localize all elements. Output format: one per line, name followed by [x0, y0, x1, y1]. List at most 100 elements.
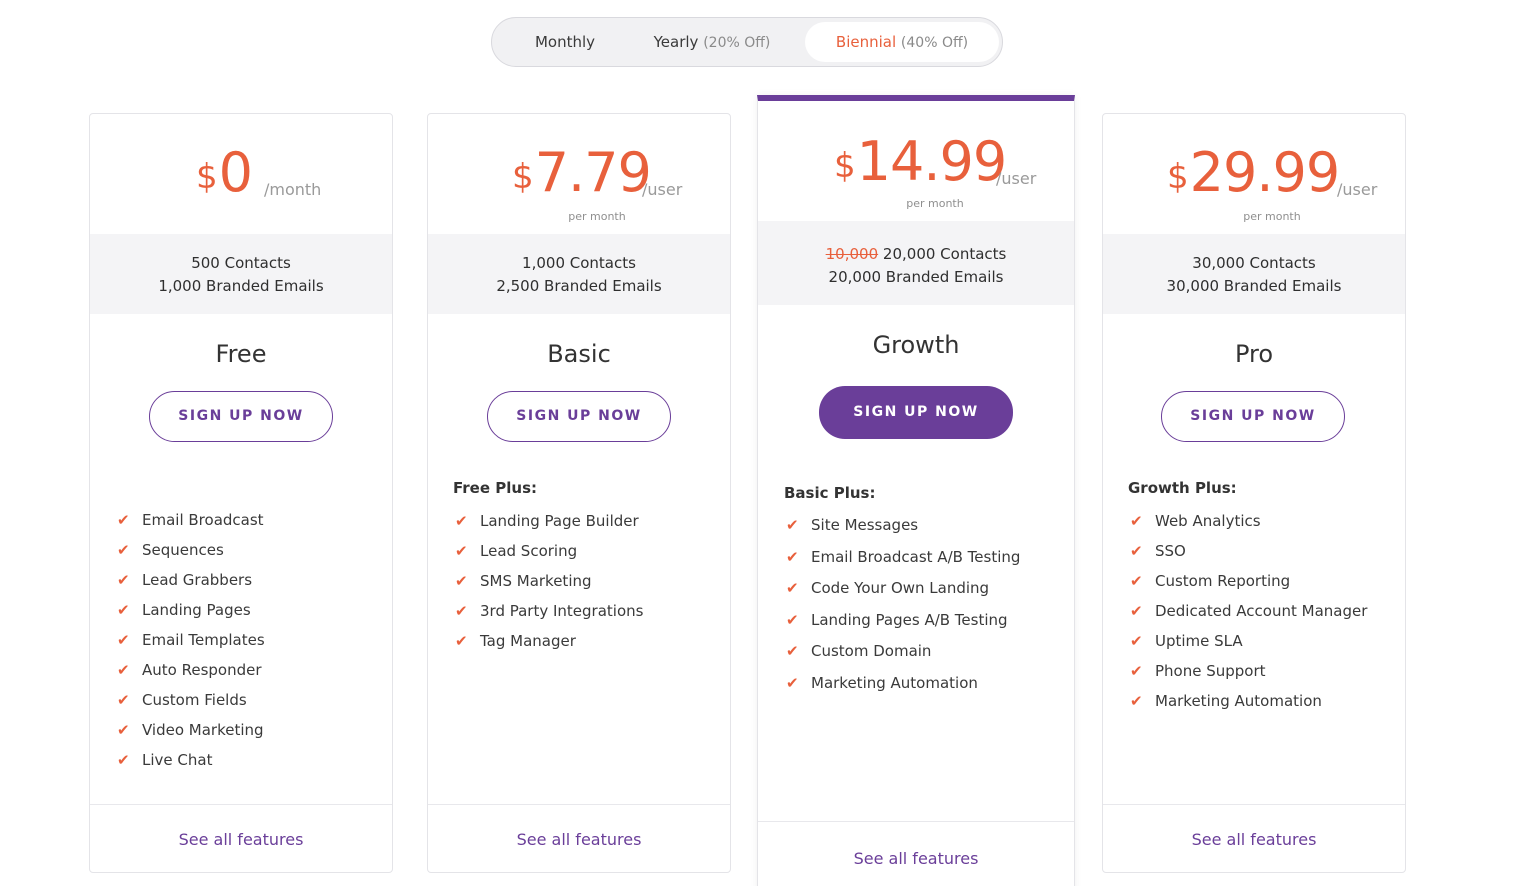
plan-card-pro: $29.99 /user per month 30,000 Contacts 3…: [1102, 113, 1406, 873]
feature-label: Tag Manager: [480, 632, 576, 650]
see-all-features-link[interactable]: See all features: [428, 830, 730, 849]
plan-card-free: $0 /month 500 Contacts 1,000 Branded Ema…: [89, 113, 393, 873]
sign-up-button[interactable]: SIGN UP NOW: [149, 391, 333, 442]
contacts-count: 30,000 Contacts: [1192, 254, 1316, 272]
feature-label: Lead Scoring: [480, 542, 578, 560]
feature-item: ✔ Code Your Own Landing: [786, 578, 1020, 610]
currency-symbol: $: [196, 157, 218, 197]
feature-item: ✔ Custom Reporting: [1130, 571, 1367, 601]
feature-item: ✔ Lead Scoring: [455, 541, 643, 571]
feature-item: ✔ Video Marketing: [117, 720, 265, 750]
price: $14.99: [834, 130, 1008, 193]
price-row: $14.99 /user: [758, 131, 1074, 201]
features-heading: Basic Plus:: [784, 484, 876, 502]
feature-label: Landing Page Builder: [480, 512, 639, 530]
sign-up-button[interactable]: SIGN UP NOW: [487, 391, 671, 442]
divider: [90, 804, 392, 805]
see-all-features-link[interactable]: See all features: [90, 830, 392, 849]
billing-option-monthly[interactable]: Monthly: [500, 22, 630, 62]
feature-item: ✔ Email Broadcast: [117, 510, 265, 540]
plan-name: Free: [215, 340, 267, 368]
divider: [1103, 804, 1405, 805]
price-amount: 0: [218, 141, 253, 204]
discount-label: (40% Off): [900, 35, 969, 51]
features-heading: Growth Plus:: [1128, 479, 1237, 497]
price-amount: 29.99: [1189, 141, 1341, 204]
check-icon: ✔: [1130, 692, 1143, 710]
feature-item: ✔ Live Chat: [117, 750, 265, 780]
check-icon: ✔: [1130, 542, 1143, 560]
feature-item: ✔ Auto Responder: [117, 660, 265, 690]
check-icon: ✔: [117, 751, 130, 769]
check-icon: ✔: [455, 632, 468, 650]
see-all-features-link[interactable]: See all features: [758, 849, 1074, 868]
billing-option-label: Biennial: [835, 33, 897, 51]
plan-card-growth: $14.99 /user per month 10,000 20,000 Con…: [757, 95, 1075, 886]
feature-item: ✔ Dedicated Account Manager: [1130, 601, 1367, 631]
price-amount: 14.99: [856, 130, 1008, 193]
feature-list: ✔ Site Messages ✔ Email Broadcast A/B Test…: [786, 515, 1020, 704]
branded-emails-count: 2,500 Branded Emails: [496, 277, 662, 295]
feature-item: ✔ Site Messages: [786, 515, 1020, 547]
feature-list: ✔ Email Broadcast ✔ Sequences ✔ Lead Grabbe…: [117, 510, 265, 780]
feature-label: Web Analytics: [1155, 512, 1261, 530]
billing-option-biennial[interactable]: Biennial (40% Off): [805, 22, 999, 62]
price-unit: /user: [642, 180, 683, 199]
billing-period: per month: [568, 210, 626, 223]
feature-label: SSO: [1155, 542, 1186, 560]
check-icon: ✔: [117, 721, 130, 739]
feature-label: Email Broadcast: [142, 511, 264, 529]
branded-emails-count: 1,000 Branded Emails: [158, 277, 324, 295]
feature-label: Uptime SLA: [1155, 632, 1243, 650]
feature-label: Video Marketing: [142, 721, 264, 739]
feature-item: ✔ Lead Grabbers: [117, 570, 265, 600]
check-icon: ✔: [786, 579, 799, 597]
feature-label: Site Messages: [811, 516, 919, 534]
feature-item: ✔ Sequences: [117, 540, 265, 570]
check-icon: ✔: [786, 610, 799, 629]
feature-label: Auto Responder: [142, 661, 262, 679]
currency-symbol: $: [1167, 157, 1189, 197]
check-icon: ✔: [455, 542, 468, 560]
billing-option-yearly[interactable]: Yearly (20% Off): [642, 22, 782, 62]
feature-label: Sequences: [142, 541, 224, 559]
feature-item: ✔ Web Analytics: [1130, 511, 1367, 541]
see-all-features-link[interactable]: See all features: [1103, 830, 1405, 849]
plan-quota: 10,000 20,000 Contacts 20,000 Branded Em…: [758, 221, 1074, 305]
check-icon: ✔: [117, 631, 130, 649]
plan-quota: 500 Contacts 1,000 Branded Emails: [90, 234, 392, 314]
billing-option-label: Yearly: [653, 33, 699, 51]
feature-label: Phone Support: [1155, 662, 1266, 680]
sign-up-button[interactable]: SIGN UP NOW: [819, 386, 1013, 439]
sign-up-button[interactable]: SIGN UP NOW: [1161, 391, 1345, 442]
feature-label: Custom Reporting: [1155, 572, 1291, 590]
plan-quota: 30,000 Contacts 30,000 Branded Emails: [1103, 234, 1405, 314]
feature-label: Live Chat: [142, 751, 213, 769]
feature-item: ✔ SSO: [1130, 541, 1367, 571]
branded-emails-count: 30,000 Branded Emails: [1166, 277, 1342, 295]
check-icon: ✔: [1130, 602, 1143, 620]
price-row: $7.79 /user: [428, 142, 730, 212]
price: $29.99: [1167, 141, 1341, 204]
feature-item: ✔ Custom Fields: [117, 690, 265, 720]
check-icon: ✔: [117, 511, 130, 529]
contacts-count: 500 Contacts: [191, 254, 291, 272]
divider: [428, 804, 730, 805]
feature-item: ✔ Landing Pages A/B Testing: [786, 610, 1020, 642]
feature-item: ✔ Marketing Automation: [786, 673, 1020, 705]
feature-label: Marketing Automation: [811, 673, 978, 692]
plan-name: Basic: [547, 340, 611, 368]
feature-item: ✔ Tag Manager: [455, 631, 643, 661]
feature-label: 3rd Party Integrations: [480, 602, 644, 620]
feature-label: Custom Fields: [142, 691, 247, 709]
check-icon: ✔: [117, 691, 130, 709]
check-icon: ✔: [117, 661, 130, 679]
price-unit: /user: [1337, 180, 1378, 199]
feature-item: ✔ Landing Page Builder: [455, 511, 643, 541]
check-icon: ✔: [1130, 662, 1143, 680]
feature-item: ✔ Phone Support: [1130, 661, 1367, 691]
check-icon: ✔: [786, 673, 799, 692]
price: $0: [196, 141, 253, 204]
check-icon: ✔: [455, 512, 468, 530]
feature-item: ✔ Email Templates: [117, 630, 265, 660]
